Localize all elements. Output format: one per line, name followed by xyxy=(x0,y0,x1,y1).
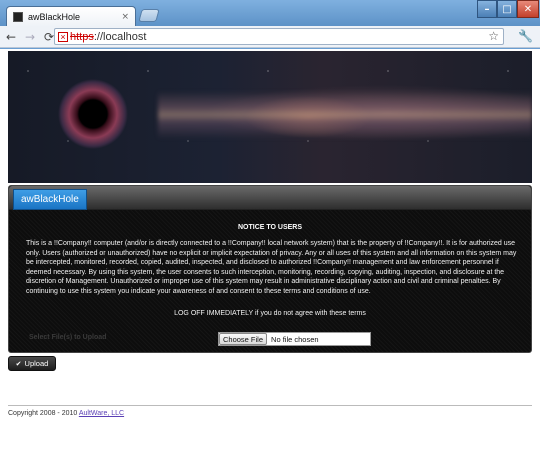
notice-body: This is a !!Company!! computer (and/or i… xyxy=(26,240,517,295)
select-files-label: Select File(s) to Upload xyxy=(29,334,107,341)
browser-toolbar: ← → ⟳ × https ://localhost ☆ 🔧 xyxy=(0,26,540,48)
galaxy-band xyxy=(158,91,532,139)
panel-header: awBlackHole xyxy=(9,186,531,210)
notice-panel: awBlackHole NOTICE TO USERS This is a !!… xyxy=(8,185,532,353)
tab-strip: awBlackHole × – □ ✕ xyxy=(0,0,540,27)
check-icon: ✔ xyxy=(15,360,22,368)
choose-file-button[interactable]: Choose File xyxy=(219,333,268,345)
footer-divider xyxy=(8,405,532,406)
browser-window: awBlackHole × – □ ✕ ← → ⟳ × https ://loc… xyxy=(0,0,540,450)
black-hole-core xyxy=(81,102,103,124)
maximize-button[interactable]: □ xyxy=(497,0,517,18)
url-host: ://localhost xyxy=(93,30,147,43)
browser-tab[interactable]: awBlackHole × xyxy=(6,6,136,27)
tab-awblackhole[interactable]: awBlackHole xyxy=(13,189,87,210)
favicon-icon xyxy=(13,12,23,22)
url-scheme: https xyxy=(70,30,94,43)
tab-title: awBlackHole xyxy=(28,12,81,22)
upload-button[interactable]: ✔ Upload xyxy=(8,356,56,371)
file-status: No file chosen xyxy=(271,334,319,344)
notice-title: NOTICE TO USERS xyxy=(237,224,303,231)
page-content: awBlackHole NOTICE TO USERS This is a !!… xyxy=(0,49,540,450)
company-link[interactable]: AultWare, LLC xyxy=(79,410,124,417)
wrench-icon[interactable]: 🔧 xyxy=(518,29,533,43)
minimize-button[interactable]: – xyxy=(477,0,497,18)
header-banner xyxy=(8,51,532,183)
upload-label: Upload xyxy=(24,359,49,368)
new-tab-button[interactable] xyxy=(138,9,160,22)
logoff-warning: LOG OFF IMMEDIATELY if you do not agree … xyxy=(174,310,366,317)
file-input[interactable]: Choose File No file chosen xyxy=(218,332,371,346)
address-bar[interactable]: × https ://localhost ☆ xyxy=(54,28,504,45)
close-window-button[interactable]: ✕ xyxy=(517,0,539,18)
back-icon[interactable]: ← xyxy=(3,29,19,45)
forward-icon[interactable]: → xyxy=(22,29,38,45)
footer: Copyright 2008 - 2010 AultWare, LLC xyxy=(8,410,124,417)
copyright-text: Copyright 2008 - 2010 xyxy=(8,410,79,417)
insecure-https-icon: × xyxy=(58,31,68,42)
tab-close-icon[interactable]: × xyxy=(121,12,129,22)
star-icon[interactable]: ☆ xyxy=(488,29,499,43)
